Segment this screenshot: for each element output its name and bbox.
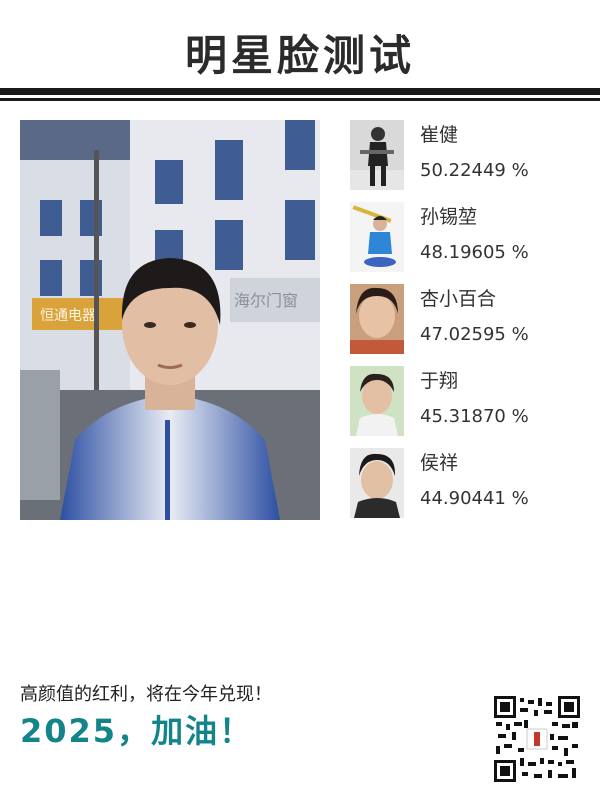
similarity-score: 44.90441 % — [420, 488, 529, 509]
celebrity-photo — [350, 202, 404, 272]
celebrity-photo — [350, 120, 404, 190]
slogan-text: 高颜值的红利，将在今年兑现！ — [20, 684, 272, 705]
match-item: 侯祥 44.90441 % — [350, 448, 580, 520]
celebrity-name: 侯祥 — [420, 452, 459, 474]
celebrity-name: 杏小百合 — [420, 288, 497, 310]
shop-sign-text-2: 海尔门窗 — [234, 291, 298, 310]
celebrity-photo — [350, 284, 404, 354]
similarity-score: 50.22449 % — [420, 160, 529, 181]
celebrity-name: 孙锡堃 — [420, 206, 478, 228]
similarity-score: 47.02595 % — [420, 324, 529, 345]
qr-code-icon — [494, 696, 580, 782]
similarity-score: 48.19605 % — [420, 242, 529, 263]
header-divider-thin — [0, 98, 600, 101]
header-divider-thick — [0, 88, 600, 95]
similarity-score: 45.31870 % — [420, 406, 529, 427]
cheer-text: 2025，加油！ — [20, 712, 254, 750]
shop-sign-text: 恒通电器 — [40, 308, 96, 324]
match-item: 于翔 45.31870 % — [350, 366, 580, 438]
celebrity-name: 崔健 — [420, 124, 459, 146]
page-title: 明星脸测试 — [184, 31, 415, 80]
celebrity-photo — [350, 448, 404, 518]
celebrity-name: 于翔 — [420, 370, 459, 392]
match-item: 崔健 50.22449 % — [350, 120, 580, 192]
match-item: 孙锡堃 48.19605 % — [350, 202, 580, 274]
celebrity-photo — [350, 366, 404, 436]
uploaded-photo: 恒通电器 海尔门窗 — [20, 120, 320, 520]
match-item: 杏小百合 47.02595 % — [350, 284, 580, 356]
